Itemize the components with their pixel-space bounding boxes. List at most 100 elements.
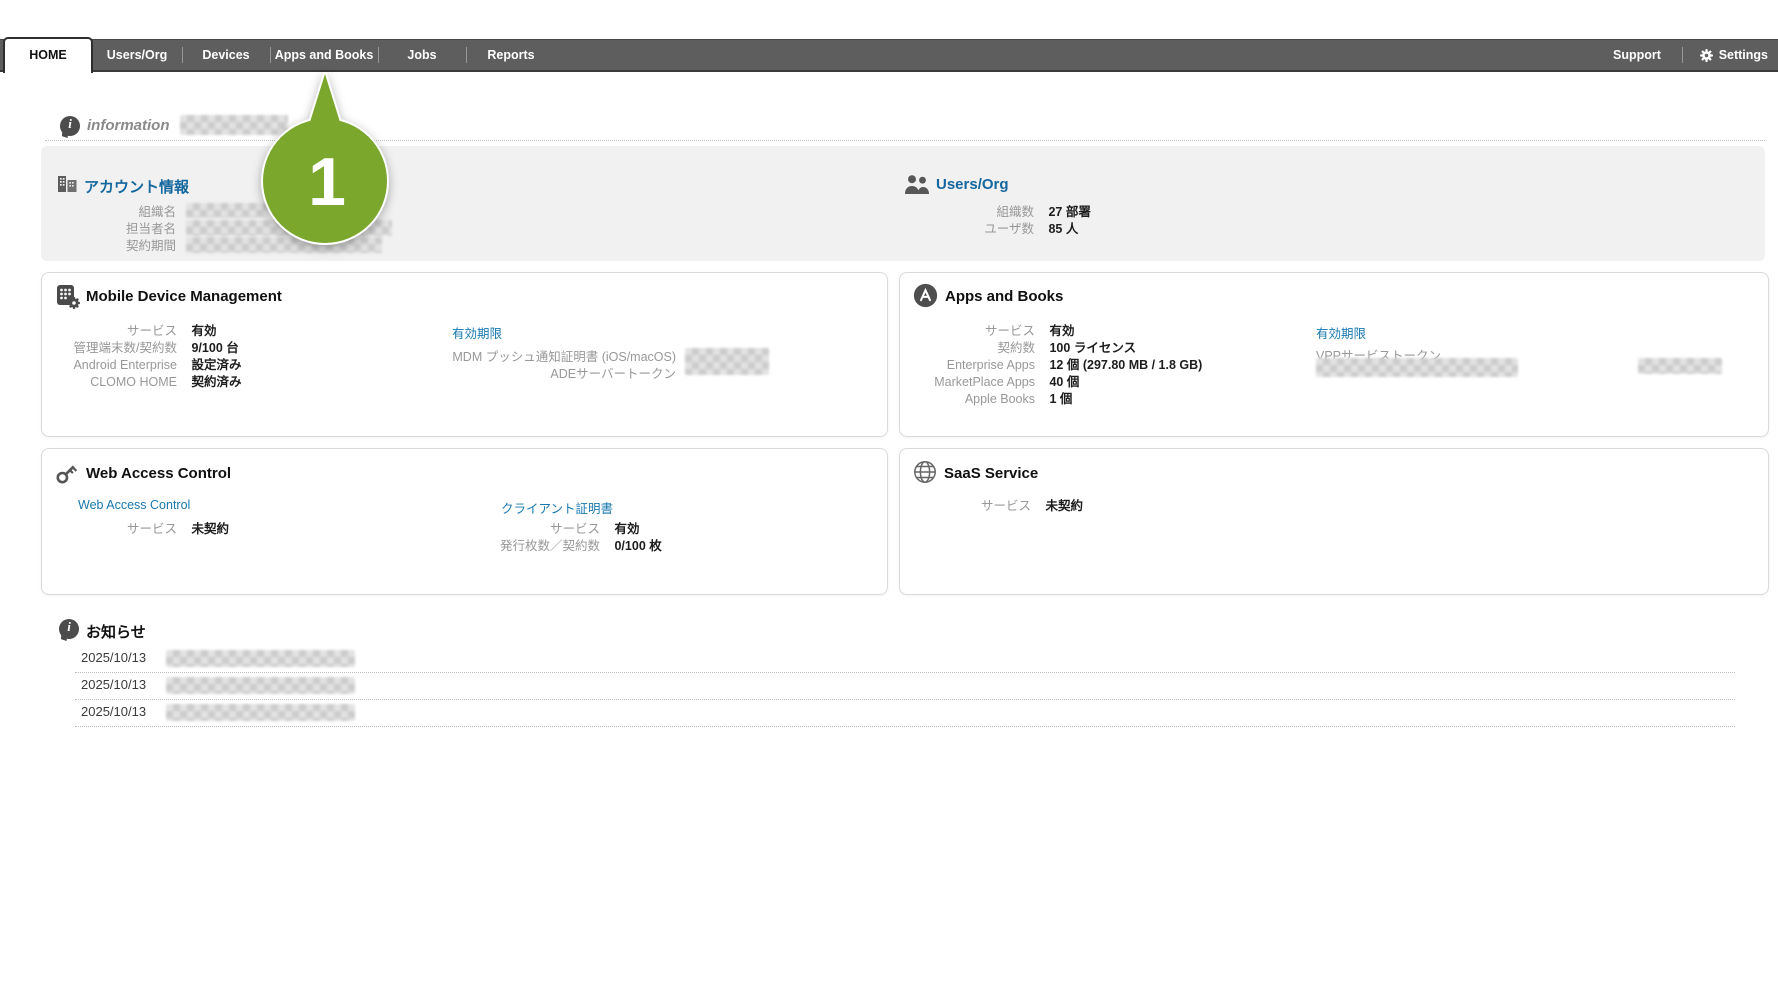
annotation-number: 1 <box>308 144 346 220</box>
apps-row: Apple Books 1 個 <box>900 391 1072 407</box>
tab-users-org[interactable]: Users/Org <box>107 40 167 70</box>
account-info-title: アカウント情報 <box>84 176 189 197</box>
notices-title: お知らせ <box>86 621 146 642</box>
nav-settings-label: Settings <box>1719 48 1768 62</box>
field-label: 担当者名 <box>60 221 176 237</box>
field-value: 1 個 <box>1049 392 1072 406</box>
mdm-row: CLOMO HOME 契約済み <box>42 374 242 390</box>
redacted-notice-text <box>166 704 355 721</box>
notices-icon: i <box>59 619 79 639</box>
mdm-expiry-link[interactable]: 有効期限 <box>452 323 502 342</box>
buildings-icon <box>56 171 79 194</box>
users-org-row: 組織数 27 部署 <box>880 204 1091 220</box>
account-row: 契約期間 <box>60 238 176 254</box>
key-icon <box>55 461 79 485</box>
gear-icon <box>1700 49 1713 62</box>
users-icon <box>904 175 931 194</box>
step-annotation-1: 1 <box>255 68 395 250</box>
information-heading: information <box>87 117 170 134</box>
field-value: 契約済み <box>191 375 241 389</box>
field-value: 9/100 台 <box>191 341 238 355</box>
account-row: 担当者名 <box>60 221 176 237</box>
field-label: Apple Books <box>900 391 1035 407</box>
field-label: 契約数 <box>900 340 1035 356</box>
field-value: 有効 <box>191 324 216 338</box>
tab-jobs[interactable]: Jobs <box>407 40 436 70</box>
notice-date: 2025/10/13 <box>81 645 146 671</box>
notice-row[interactable]: 2025/10/13 <box>75 645 1735 673</box>
client-cert-link[interactable]: クライアント証明書 <box>501 498 613 517</box>
apps-row: Enterprise Apps 12 個 (297.80 MB / 1.8 GB… <box>900 357 1202 373</box>
tab-home-active[interactable]: HOME <box>3 37 93 73</box>
nav-divider <box>466 47 467 63</box>
apps-books-card: Apps and Books サービス 有効 契約数 100 ライセンス Ent… <box>899 272 1769 437</box>
field-label: 契約期間 <box>60 238 176 254</box>
field-label: サービス <box>900 323 1035 339</box>
field-value: 有効 <box>614 522 639 536</box>
mdm-card-title: Mobile Device Management <box>86 288 282 305</box>
tab-apps-and-books[interactable]: Apps and Books <box>275 40 374 70</box>
tab-reports[interactable]: Reports <box>487 40 534 70</box>
redacted-vpp-token <box>1316 358 1518 377</box>
field-value: 未契約 <box>1045 499 1083 513</box>
mdm-row: サービス 有効 <box>42 323 217 339</box>
tab-devices[interactable]: Devices <box>202 40 249 70</box>
wac-link[interactable]: Web Access Control <box>78 498 190 512</box>
nav-divider <box>182 47 183 63</box>
nav-settings-button[interactable]: Settings <box>1700 40 1768 70</box>
field-label: 管理端末数/契約数 <box>42 340 177 356</box>
field-label: MarketPlace Apps <box>900 374 1035 390</box>
wac-card-title: Web Access Control <box>86 465 231 482</box>
wac-row: 発行枚数／契約数 0/100 枚 <box>342 538 662 554</box>
ade-token-label: ADEサーバートークン <box>322 363 676 382</box>
field-value: 27 部署 <box>1048 205 1090 219</box>
field-label: サービス <box>42 521 177 537</box>
saas-row: サービス 未契約 <box>900 498 1083 514</box>
wac-row: サービス 未契約 <box>42 521 229 537</box>
nav-divider <box>1682 47 1683 63</box>
apps-row: サービス 有効 <box>900 323 1075 339</box>
redacted-vpp-token-extra <box>1638 358 1722 374</box>
field-label: ユーザ数 <box>880 221 1034 237</box>
notice-date: 2025/10/13 <box>81 672 146 698</box>
field-value: 0/100 枚 <box>614 539 661 553</box>
account-row: 組織名 <box>60 204 176 220</box>
apps-books-card-title: Apps and Books <box>945 288 1063 305</box>
mdm-row: Android Enterprise 設定済み <box>42 357 242 373</box>
users-org-row: ユーザ数 85 人 <box>880 221 1078 237</box>
apps-expiry-link[interactable]: 有効期限 <box>1316 323 1366 342</box>
field-label: 組織数 <box>880 204 1034 220</box>
apps-row: MarketPlace Apps 40 個 <box>900 374 1079 390</box>
notice-date: 2025/10/13 <box>81 699 146 725</box>
saas-card: SaaS Service サービス 未契約 <box>899 448 1769 595</box>
field-label: サービス <box>900 498 1031 514</box>
information-icon: i <box>60 116 80 136</box>
wac-card: Web Access Control Web Access Control サー… <box>41 448 888 595</box>
notice-row[interactable]: 2025/10/13 <box>75 672 1735 700</box>
notice-row[interactable]: 2025/10/13 <box>75 699 1735 727</box>
wac-row: サービス 有効 <box>342 521 640 537</box>
mdm-row: 管理端末数/契約数 9/100 台 <box>42 340 239 356</box>
field-value: 40 個 <box>1049 375 1079 389</box>
apps-row: 契約数 100 ライセンス <box>900 340 1136 356</box>
field-value: 12 個 (297.80 MB / 1.8 GB) <box>1049 358 1202 372</box>
mdm-card: Mobile Device Management サービス 有効 管理端末数/契… <box>41 272 888 437</box>
field-label: サービス <box>42 323 177 339</box>
app-store-icon <box>913 283 938 308</box>
field-label: Android Enterprise <box>42 357 177 373</box>
field-value: 未契約 <box>191 522 229 536</box>
clomo-home-page: Users/Org Devices Apps and Books Jobs Re… <box>0 0 1778 1000</box>
field-label: 発行枚数／契約数 <box>342 538 600 554</box>
redacted-notice-text <box>166 650 355 667</box>
saas-card-title: SaaS Service <box>944 465 1038 482</box>
mdm-icon <box>55 284 81 310</box>
nav-support-link[interactable]: Support <box>1613 40 1661 70</box>
users-org-title: Users/Org <box>936 176 1009 193</box>
field-value: 85 人 <box>1048 222 1078 236</box>
nav-divider <box>378 47 379 63</box>
field-label: Enterprise Apps <box>900 357 1035 373</box>
field-value: 設定済み <box>191 358 241 372</box>
nav-divider <box>270 47 271 63</box>
field-label: 組織名 <box>60 204 176 220</box>
globe-icon <box>913 460 937 484</box>
